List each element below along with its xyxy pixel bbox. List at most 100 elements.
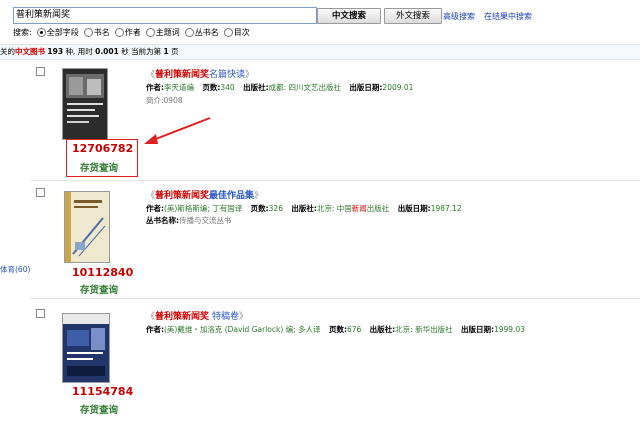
- publisher-label: 出版社:: [243, 83, 269, 92]
- pages-value: 340: [220, 83, 235, 92]
- scope-option-subject[interactable]: 主题词: [145, 27, 180, 38]
- date-value: 1999.03: [493, 325, 525, 334]
- book-title-link[interactable]: 《普利策新闻奖名篇快读》: [146, 67, 254, 80]
- radio-icon[interactable]: [184, 28, 194, 37]
- scope-option-toc[interactable]: 目次: [223, 27, 250, 38]
- radio-icon[interactable]: [114, 28, 124, 37]
- title-rest: 特稿卷: [212, 312, 240, 322]
- title-bracket: 《: [146, 70, 156, 80]
- result-count: 193: [47, 47, 64, 56]
- summary-type: 中文图书: [15, 47, 45, 56]
- extra-label: 丛书名称:: [146, 216, 179, 225]
- title-rest: 名篇快读: [209, 70, 246, 80]
- publisher-label: 出版社:: [291, 204, 317, 213]
- chinese-search-button[interactable]: 中文搜索: [317, 8, 381, 24]
- publisher-value: 成都: 四川文艺出版社: [268, 83, 342, 92]
- author-value: 李天道编: [164, 83, 194, 92]
- title-bracket: 》: [245, 70, 255, 80]
- scope-option-series[interactable]: 丛书名: [184, 27, 219, 38]
- advanced-search-link[interactable]: 高级搜索: [443, 11, 475, 22]
- date-value: 2009.01: [382, 83, 414, 92]
- scope-option-label: 作者: [124, 28, 141, 37]
- pages-label: 页数:: [328, 325, 347, 334]
- summary-mid: 种, 用时: [65, 47, 93, 56]
- search-in-results-link[interactable]: 在结果中搜索: [484, 11, 532, 22]
- pages-value: 676: [346, 325, 362, 334]
- title-bracket: 《: [146, 191, 156, 201]
- result-item: 11154784 存货查询 《普利策新闻奖 特稿卷》 作者:(美)戴维・加洛克 (…: [0, 299, 640, 422]
- select-checkbox[interactable]: [36, 67, 45, 76]
- scope-option-label: 主题词: [155, 28, 180, 37]
- stock-query-link[interactable]: 存货查询: [80, 282, 118, 296]
- search-input[interactable]: 普利策新闻奖: [13, 7, 317, 24]
- publisher-keyword: 新闻: [351, 204, 367, 213]
- scope-option-label: 目次: [233, 28, 250, 37]
- book-meta: 作者:(美)戴维・加洛克 (David Garlock) 编; 多人译 页数:6…: [146, 324, 525, 335]
- author-label: 作者:: [146, 83, 164, 92]
- highlight-box: [66, 139, 138, 177]
- publisher-value: 北京: 中国: [316, 204, 352, 213]
- scope-option-all[interactable]: 全部字段: [36, 27, 79, 38]
- time-unit: 秒: [121, 47, 129, 56]
- radio-icon[interactable]: [145, 28, 155, 37]
- pages-value: 326: [268, 204, 283, 213]
- date-label: 出版日期:: [349, 83, 383, 92]
- pages-label: 页数:: [250, 204, 269, 213]
- extra-value: 0908: [163, 96, 183, 105]
- cover-art-icon: [63, 314, 109, 382]
- author-value: (美)斯格斯编; 丁有国译: [164, 204, 243, 213]
- stock-query-link[interactable]: 存货查询: [80, 402, 118, 416]
- search-scope: 搜索: 全部字段 书名 作者 主题词 丛书名 目次: [13, 27, 250, 38]
- book-code: 10112840: [72, 266, 134, 279]
- title-keyword: 普利策新闻奖: [155, 70, 210, 80]
- page-number: 1: [163, 47, 169, 56]
- author-label: 作者:: [146, 204, 164, 213]
- select-checkbox[interactable]: [36, 188, 45, 197]
- scope-label: 搜索:: [13, 28, 32, 37]
- book-title-link[interactable]: 《普利策新闻奖最佳作品集》: [146, 188, 263, 201]
- foreign-search-button[interactable]: 外文搜索: [384, 8, 442, 24]
- title-bracket: 《: [146, 312, 156, 322]
- extra-label: 简介:: [146, 96, 164, 105]
- scope-option-title[interactable]: 书名: [83, 27, 110, 38]
- title-bracket: 》: [239, 312, 249, 322]
- publisher-value: 北京: 新华出版社: [395, 325, 453, 334]
- book-cover[interactable]: [62, 313, 110, 383]
- title-keyword: 普利策新闻奖: [155, 312, 210, 322]
- select-checkbox[interactable]: [36, 309, 45, 318]
- title-bracket: 》: [254, 191, 264, 201]
- book-cover[interactable]: [62, 68, 108, 140]
- search-header: 普利策新闻奖 中文搜索 外文搜索 高级搜索 在结果中搜索 搜索: 全部字段 书名…: [0, 0, 640, 44]
- radio-icon[interactable]: [223, 28, 233, 37]
- title-rest: 最佳作品集: [209, 191, 255, 201]
- author-label: 作者:: [146, 325, 164, 334]
- page-label: 当前为第: [131, 47, 162, 56]
- book-extra: 丛书名称:传播与交流丛书: [146, 215, 232, 226]
- book-title-link[interactable]: 《普利策新闻奖 特稿卷》: [146, 309, 248, 322]
- publisher-value: 出版社: [366, 204, 390, 213]
- date-label: 出版日期:: [460, 325, 494, 334]
- date-label: 出版日期:: [397, 204, 431, 213]
- book-meta: 作者:(美)斯格斯编; 丁有国译 页数:326 出版社:北京: 中国新闻出版社 …: [146, 203, 462, 214]
- publisher-label: 出版社:: [369, 325, 396, 334]
- extra-value: 传播与交流丛书: [179, 216, 232, 225]
- pages-label: 页数:: [202, 83, 221, 92]
- title-keyword: 普利策新闻奖: [155, 191, 210, 201]
- cover-art-icon: [63, 69, 107, 139]
- scope-option-label: 丛书名: [194, 28, 219, 37]
- scope-option-label: 全部字段: [46, 28, 79, 37]
- page-unit: 页: [171, 47, 179, 56]
- book-meta: 作者:李天道编 页数:340 出版社:成都: 四川文艺出版社 出版日期:2009…: [146, 82, 413, 93]
- radio-icon[interactable]: [36, 28, 46, 37]
- scope-option-label: 书名: [93, 28, 110, 37]
- radio-icon[interactable]: [83, 28, 93, 37]
- summary-prefix: 关的: [0, 47, 15, 56]
- result-item: 10112840 存货查询 《普利策新闻奖最佳作品集》 作者:(美)斯格斯编; …: [0, 181, 640, 297]
- book-code: 11154784: [72, 385, 134, 398]
- author-value: (美)戴维・加洛克 (David Garlock) 编; 多人译: [164, 325, 321, 334]
- elapsed-time: 0.001: [95, 47, 119, 56]
- annotation-arrow-icon: [144, 117, 211, 144]
- book-cover[interactable]: [64, 191, 110, 263]
- date-value: 1987.12: [430, 204, 462, 213]
- scope-option-author[interactable]: 作者: [114, 27, 141, 38]
